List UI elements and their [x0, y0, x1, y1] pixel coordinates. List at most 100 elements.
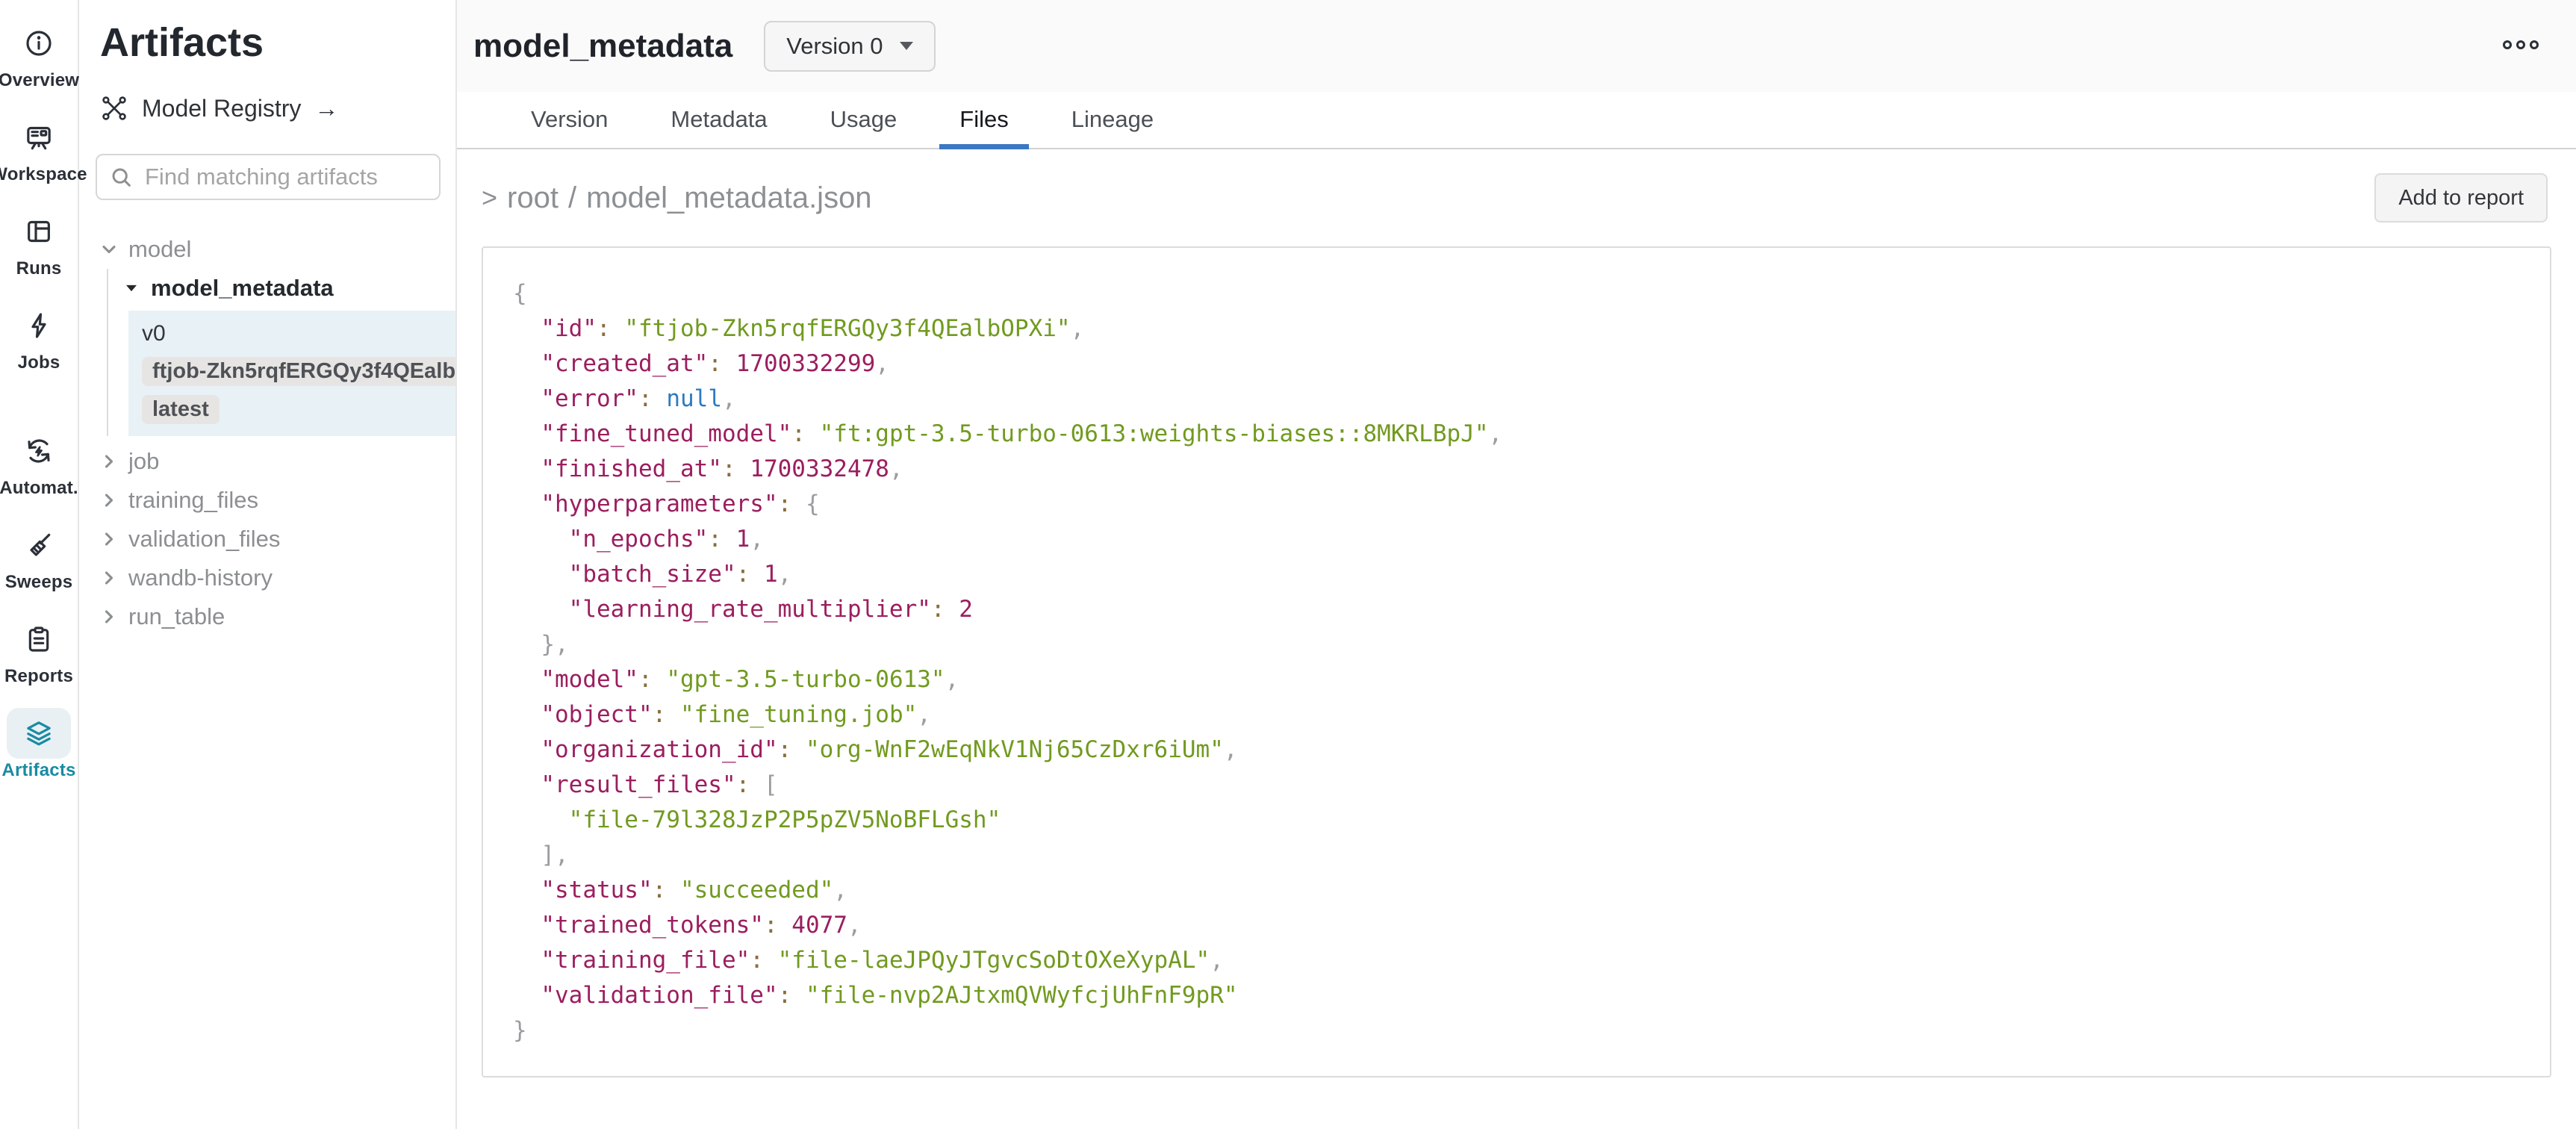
- tab-files[interactable]: Files: [939, 106, 1028, 148]
- sidebar-item-label: Overview: [0, 70, 79, 91]
- ellipsis-icon: [2530, 40, 2539, 49]
- code-line: },: [513, 627, 2520, 662]
- tree-collection-model[interactable]: model: [96, 230, 441, 269]
- breadcrumb-separator: /: [568, 181, 576, 215]
- breadcrumb-root[interactable]: root: [507, 181, 559, 215]
- artifact-title: model_metadata: [473, 28, 732, 65]
- main-content: model_metadata Version 0 Version Metadata…: [457, 0, 2576, 1129]
- sidebar-item-jobs[interactable]: Jobs: [7, 300, 71, 373]
- add-to-report-button[interactable]: Add to report: [2374, 173, 2548, 223]
- code-line: {: [513, 276, 2520, 311]
- info-icon: [7, 18, 71, 69]
- table-icon: [7, 206, 71, 257]
- code-line: "file-79l328JzP2P5pZV5NoBFLGsh": [513, 803, 2520, 838]
- page-title: Artifacts: [100, 19, 441, 66]
- layers-icon: [7, 708, 71, 759]
- alias-pill[interactable]: ftjob-Zkn5rqfERGQy3f4QEalbOPXi: [142, 357, 455, 386]
- code-line: "learning_rate_multiplier": 2: [513, 592, 2520, 627]
- breadcrumb: > root / model_metadata.json: [482, 181, 872, 215]
- code-line: "status": "succeeded",: [513, 873, 2520, 908]
- tree-other-collections: job training_files validation_files wandb-h…: [96, 442, 441, 636]
- version-selector-label: Version 0: [786, 33, 883, 60]
- chevron-right-icon: [99, 567, 119, 588]
- sidebar-item-label: Automat.: [0, 478, 78, 499]
- alias-pill[interactable]: latest: [142, 395, 220, 424]
- sidebar-item-sweeps[interactable]: Sweeps: [5, 520, 73, 593]
- artifact-search-input[interactable]: [143, 163, 427, 191]
- sidebar-item-overview[interactable]: Overview: [0, 18, 79, 91]
- code-line: "validation_file": "file-nvp2AJtxmQVWyfc…: [513, 978, 2520, 1013]
- tree-artifact-model-metadata[interactable]: model_metadata: [118, 269, 441, 308]
- sidebar-item-label: Artifacts: [1, 760, 75, 781]
- tree-artifact-label: model_metadata: [151, 275, 334, 302]
- json-code: { "id": "ftjob-Zkn5rqfERGQy3f4QEalbOPXi"…: [513, 276, 2520, 1048]
- collapse-caret-icon[interactable]: >: [482, 182, 497, 214]
- tree-collection-job[interactable]: job: [96, 442, 441, 481]
- version-selector[interactable]: Version 0: [764, 21, 935, 72]
- code-line: "object": "fine_tuning.job",: [513, 697, 2520, 733]
- chevron-right-icon: [99, 606, 119, 627]
- workspace-icon: [7, 112, 71, 163]
- tree-collection-label: model: [128, 236, 191, 263]
- sidebar-item-label: Jobs: [18, 352, 60, 373]
- artifact-search-box[interactable]: [96, 154, 441, 200]
- artifact-tree: model model_metadata v0 ftjob-Zkn5rqfERG…: [96, 230, 441, 636]
- chevron-down-icon: [99, 239, 119, 260]
- alias-pills: ftjob-Zkn5rqfERGQy3f4QEalbOPXi latest: [142, 357, 455, 424]
- breadcrumb-file: model_metadata.json: [586, 181, 871, 215]
- tab-lineage[interactable]: Lineage: [1051, 106, 1174, 148]
- sidebar-item-workspace[interactable]: Workspace: [0, 112, 87, 185]
- code-line: "finished_at": 1700332478,: [513, 452, 2520, 487]
- ellipsis-icon: [2503, 40, 2512, 49]
- search-icon: [109, 165, 133, 189]
- tree-collection-label: training_files: [128, 487, 258, 514]
- tab-usage[interactable]: Usage: [810, 106, 918, 148]
- sidebar-item-label: Runs: [16, 258, 62, 279]
- tab-metadata[interactable]: Metadata: [650, 106, 787, 148]
- lightning-icon: [7, 300, 71, 351]
- code-line: "error": null,: [513, 382, 2520, 417]
- code-line: "trained_tokens": 4077,: [513, 908, 2520, 943]
- code-line: "batch_size": 1,: [513, 557, 2520, 592]
- sidebar-item-artifacts[interactable]: Artifacts: [1, 708, 75, 781]
- tab-bar: Version Metadata Usage Files Lineage: [457, 92, 2576, 149]
- model-registry-link[interactable]: Model Registry →: [100, 94, 441, 122]
- clipboard-icon: [7, 614, 71, 665]
- code-line: "organization_id": "org-WnF2wEqNkV1Nj65C…: [513, 733, 2520, 768]
- caret-down-icon: [121, 278, 142, 299]
- tree-collection-children: model_metadata v0 ftjob-Zkn5rqfERGQy3f4Q…: [107, 269, 441, 436]
- broom-icon: [7, 520, 71, 570]
- sidebar-item-label: Reports: [4, 666, 73, 687]
- sidebar-item-automations[interactable]: Automat.: [0, 426, 78, 499]
- tree-collection-label: run_table: [128, 603, 225, 630]
- chevron-right-icon: [99, 451, 119, 472]
- chevron-right-icon: [99, 529, 119, 550]
- model-registry-label: Model Registry: [142, 95, 301, 122]
- chevron-right-icon: [99, 490, 119, 511]
- code-line: "hyperparameters": {: [513, 487, 2520, 522]
- sidebar-item-reports[interactable]: Reports: [4, 614, 73, 687]
- file-content-viewer: { "id": "ftjob-Zkn5rqfERGQy3f4QEalbOPXi"…: [482, 246, 2551, 1077]
- tree-collection-validation_files[interactable]: validation_files: [96, 520, 441, 559]
- tab-version[interactable]: Version: [511, 106, 628, 148]
- code-line: "id": "ftjob-Zkn5rqfERGQy3f4QEalbOPXi",: [513, 311, 2520, 346]
- sidebar-rail: OverviewWorkspaceRunsJobsAutomat.SweepsR…: [0, 0, 79, 1129]
- code-line: "model": "gpt-3.5-turbo-0613",: [513, 662, 2520, 697]
- tree-collection-label: wandb-history: [128, 564, 273, 591]
- overflow-menu-button[interactable]: [2503, 40, 2539, 49]
- tree-collection-label: job: [128, 448, 159, 475]
- tree-version-selected[interactable]: v0 ftjob-Zkn5rqfERGQy3f4QEalbOPXilatest: [128, 311, 455, 436]
- code-line: "fine_tuned_model": "ft:gpt-3.5-turbo-06…: [513, 417, 2520, 452]
- ellipsis-icon: [2516, 40, 2525, 49]
- chevron-down-icon: [900, 42, 913, 50]
- code-line: "n_epochs": 1,: [513, 522, 2520, 557]
- code-line: }: [513, 1013, 2520, 1048]
- code-line: "result_files": [: [513, 768, 2520, 803]
- artifact-header: model_metadata Version 0: [457, 0, 2576, 92]
- code-line: "training_file": "file-laeJPQyJTgvcSoDtO…: [513, 943, 2520, 978]
- tree-collection-training_files[interactable]: training_files: [96, 481, 441, 520]
- tree-collection-run_table[interactable]: run_table: [96, 597, 441, 636]
- sidebar-item-runs[interactable]: Runs: [7, 206, 71, 279]
- sidebar-item-label: Workspace: [0, 164, 87, 185]
- tree-collection-wandb-history[interactable]: wandb-history: [96, 559, 441, 597]
